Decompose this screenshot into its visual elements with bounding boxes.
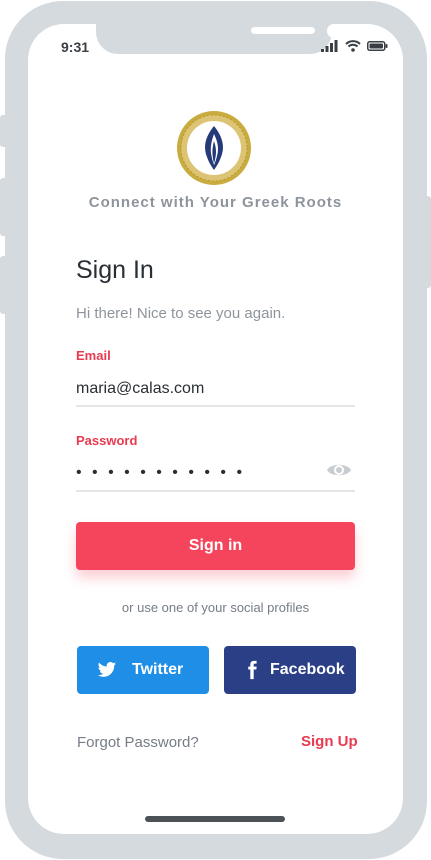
page-title: Sign In xyxy=(76,256,154,284)
battery-icon xyxy=(367,41,388,51)
volume-up-button xyxy=(0,178,8,236)
forgot-password-link[interactable]: Forgot Password? xyxy=(77,734,199,751)
facebook-button[interactable]: Facebook xyxy=(224,646,356,694)
phone-screen: 9:31 Connect with Your Greek Roots Sign … xyxy=(28,24,403,834)
flame-emblem-icon xyxy=(177,111,251,185)
email-field[interactable]: maria@calas.com xyxy=(76,380,204,398)
page-subtitle: Hi there! Nice to see you again. xyxy=(76,305,286,322)
tagline: Connect with Your Greek Roots xyxy=(88,194,343,211)
password-field[interactable]: • • • • • • • • • • • xyxy=(76,464,245,482)
sign-up-link[interactable]: Sign Up xyxy=(301,733,358,750)
power-button xyxy=(425,196,431,288)
notch xyxy=(96,24,341,54)
facebook-f-icon xyxy=(248,660,257,680)
twitter-label: Twitter xyxy=(132,661,184,678)
mute-switch xyxy=(0,115,8,147)
speaker-grille xyxy=(251,27,315,34)
wifi-icon xyxy=(345,40,361,52)
volume-down-button xyxy=(0,256,8,314)
twitter-bird-icon xyxy=(97,662,117,677)
facebook-label: Facebook xyxy=(270,661,345,678)
home-indicator xyxy=(145,816,285,822)
cellular-signal-icon xyxy=(321,40,338,52)
status-time: 9:31 xyxy=(61,39,90,55)
sign-in-button[interactable]: Sign in xyxy=(76,522,355,570)
eye-icon[interactable] xyxy=(326,461,352,479)
password-label: Password xyxy=(76,433,138,448)
front-camera xyxy=(327,24,341,38)
password-underline xyxy=(76,490,355,492)
twitter-button[interactable]: Twitter xyxy=(77,646,209,694)
email-label: Email xyxy=(76,348,111,363)
social-hint: or use one of your social profiles xyxy=(121,600,310,615)
email-underline xyxy=(76,405,355,407)
